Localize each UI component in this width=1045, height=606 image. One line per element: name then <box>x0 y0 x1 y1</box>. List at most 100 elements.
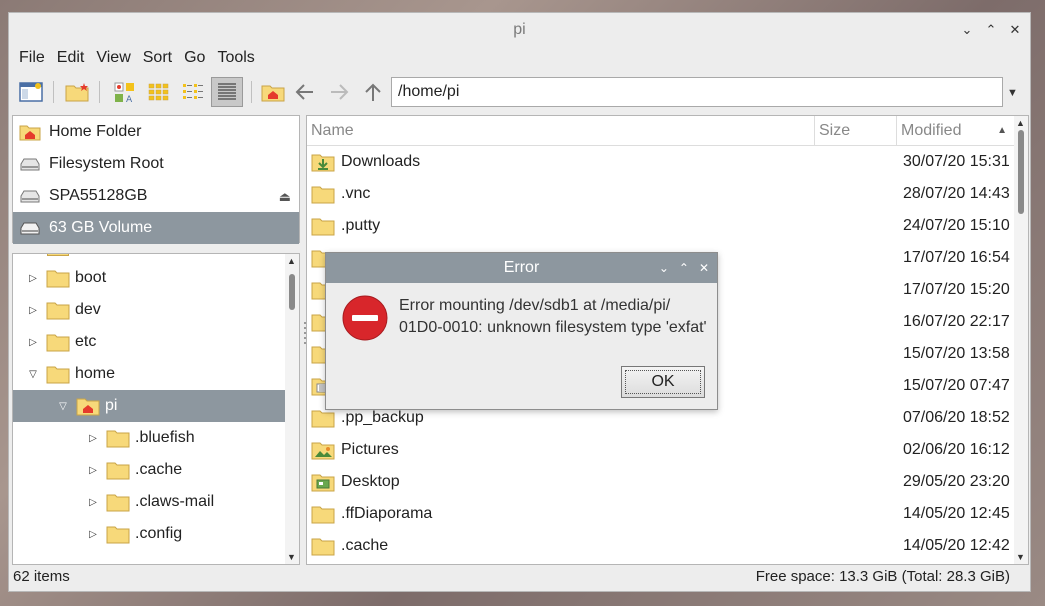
close-icon[interactable]: ✕ <box>1008 22 1022 37</box>
folder-icon <box>46 302 70 320</box>
new-folder-button[interactable] <box>63 77 91 107</box>
eject-icon[interactable]: ⏏ <box>279 189 291 205</box>
home-button[interactable] <box>259 77 287 107</box>
tree-item[interactable]: ▽ pi <box>13 390 285 422</box>
file-modified: 17/07/20 16:54 <box>903 249 1010 266</box>
tree-item[interactable]: ▷ etc <box>13 326 285 358</box>
column-size-header[interactable]: Size <box>815 116 897 146</box>
file-row[interactable]: .ffDiaporama 14/05/20 12:45 <box>307 498 1016 530</box>
column-name-header[interactable]: Name <box>307 116 815 146</box>
file-row[interactable]: Desktop 29/05/20 23:20 <box>307 466 1016 498</box>
file-modified: 28/07/20 14:43 <box>903 185 1010 202</box>
tree-scrollbar[interactable]: ▲ ▼ <box>285 254 299 564</box>
file-modified: 29/05/20 23:20 <box>903 473 1010 490</box>
folder-icon <box>311 410 335 428</box>
tree-item-label: home <box>75 365 116 382</box>
path-input[interactable]: /home/pi <box>391 77 1003 107</box>
file-list-scrollbar[interactable]: ▲ ▼ <box>1014 116 1028 564</box>
drive-icon <box>20 222 40 235</box>
ok-button[interactable]: OK <box>621 366 705 398</box>
place-63gb-volume[interactable]: 63 GB Volume <box>13 212 299 244</box>
menubar: File Edit View Sort Go Tools <box>9 47 261 71</box>
new-window-button[interactable] <box>17 77 45 107</box>
file-row[interactable]: Downloads 30/07/20 15:31 <box>307 146 1016 178</box>
tree-item[interactable]: ▷ dev <box>13 294 285 326</box>
downloads-folder-icon <box>311 154 335 172</box>
tree-item-label: dev <box>75 301 101 318</box>
tree-item[interactable]: ▷ .cache <box>13 454 285 486</box>
back-button[interactable] <box>291 77 319 107</box>
file-name: .ffDiaporama <box>341 505 433 522</box>
file-modified: 14/05/20 12:42 <box>903 537 1010 554</box>
file-name: .cache <box>341 537 389 554</box>
file-row[interactable]: Pictures 02/06/20 16:12 <box>307 434 1016 466</box>
collapsed-arrow-icon[interactable]: ▷ <box>27 337 39 348</box>
tree-item[interactable]: ▷ .claws-mail <box>13 486 285 518</box>
detailed-list-view-button[interactable] <box>211 77 243 107</box>
place-filesystem-root[interactable]: Filesystem Root <box>13 148 299 180</box>
folder-icon <box>311 218 335 236</box>
dialog-message: Error mounting /dev/sdb1 at /media/pi/ 0… <box>399 297 707 336</box>
expanded-arrow-icon[interactable]: ▽ <box>27 369 39 380</box>
file-row[interactable]: .vnc 28/07/20 14:43 <box>307 178 1016 210</box>
error-icon <box>342 295 388 341</box>
collapsed-arrow-icon[interactable]: ▷ <box>27 305 39 316</box>
folder-icon <box>46 366 70 384</box>
expanded-arrow-icon[interactable]: ▽ <box>57 401 69 412</box>
forward-arrow-icon <box>331 84 349 100</box>
dialog-maximize-icon[interactable]: ⌃ <box>679 253 689 283</box>
file-row[interactable]: .cache 14/05/20 12:42 <box>307 530 1016 562</box>
up-button[interactable] <box>359 77 387 107</box>
menu-edit[interactable]: Edit <box>51 47 91 71</box>
menu-file[interactable]: File <box>13 47 51 71</box>
collapsed-arrow-icon[interactable]: ▷ <box>87 529 99 540</box>
collapsed-arrow-icon[interactable]: ▷ <box>27 273 39 284</box>
tree-item[interactable]: ▷ .config <box>13 518 285 550</box>
menu-sort[interactable]: Sort <box>137 47 178 71</box>
maximize-icon[interactable]: ⌃ <box>984 22 998 37</box>
file-modified: 14/05/20 12:45 <box>903 505 1010 522</box>
place-home-folder[interactable]: Home Folder <box>13 116 299 148</box>
path-dropdown-icon[interactable]: ▼ <box>1007 87 1018 99</box>
up-arrow-icon <box>365 83 381 101</box>
thumbnail-view-button[interactable] <box>145 77 173 107</box>
collapsed-arrow-icon[interactable]: ▷ <box>87 465 99 476</box>
tree-item-label: etc <box>75 333 97 350</box>
drive-icon <box>20 190 40 203</box>
folder-icon <box>46 334 70 352</box>
menu-view[interactable]: View <box>90 47 136 71</box>
icon-view-button[interactable]: A <box>111 77 139 107</box>
tree-item-label: .claws-mail <box>135 493 215 510</box>
menu-tools[interactable]: Tools <box>211 47 260 71</box>
scroll-down-icon[interactable]: ▼ <box>287 552 296 562</box>
tree-item[interactable]: ▷ .bluefish <box>13 422 285 454</box>
file-name: .vnc <box>341 185 371 202</box>
tree-item[interactable]: ▷ boot <box>13 262 285 294</box>
menu-go[interactable]: Go <box>178 47 211 71</box>
compact-view-button[interactable] <box>179 77 207 107</box>
scroll-up-icon[interactable]: ▲ <box>1016 118 1025 128</box>
file-row[interactable]: .putty 24/07/20 15:10 <box>307 210 1016 242</box>
scroll-up-icon[interactable]: ▲ <box>287 256 296 266</box>
window-titlebar[interactable]: pi ⌄ ⌃ ✕ <box>9 13 1030 47</box>
folder-icon <box>106 494 130 512</box>
file-modified: 30/07/20 15:31 <box>903 153 1010 170</box>
home-folder-icon <box>76 398 100 416</box>
column-modified-header[interactable]: Modified ▲ <box>897 116 1016 146</box>
file-modified: 15/07/20 07:47 <box>903 377 1010 394</box>
tree-item-label: .bluefish <box>135 429 195 446</box>
detailed-list-icon <box>218 83 236 100</box>
dialog-close-icon[interactable]: ✕ <box>699 253 709 283</box>
file-modified: 15/07/20 13:58 <box>903 345 1010 362</box>
minimize-icon[interactable]: ⌄ <box>960 22 974 37</box>
dialog-titlebar[interactable]: Error ⌄ ⌃ ✕ <box>326 253 717 283</box>
tree-item[interactable]: ▽ home <box>13 358 285 390</box>
collapsed-arrow-icon[interactable]: ▷ <box>87 433 99 444</box>
place-spa55128gb[interactable]: SPA55128GB ⏏ <box>13 180 299 212</box>
place-label: 63 GB Volume <box>49 219 153 236</box>
forward-button[interactable] <box>325 77 353 107</box>
dialog-minimize-icon[interactable]: ⌄ <box>659 253 669 283</box>
tree-item-label: .cache <box>135 461 183 478</box>
collapsed-arrow-icon[interactable]: ▷ <box>87 497 99 508</box>
scroll-down-icon[interactable]: ▼ <box>1016 552 1025 562</box>
